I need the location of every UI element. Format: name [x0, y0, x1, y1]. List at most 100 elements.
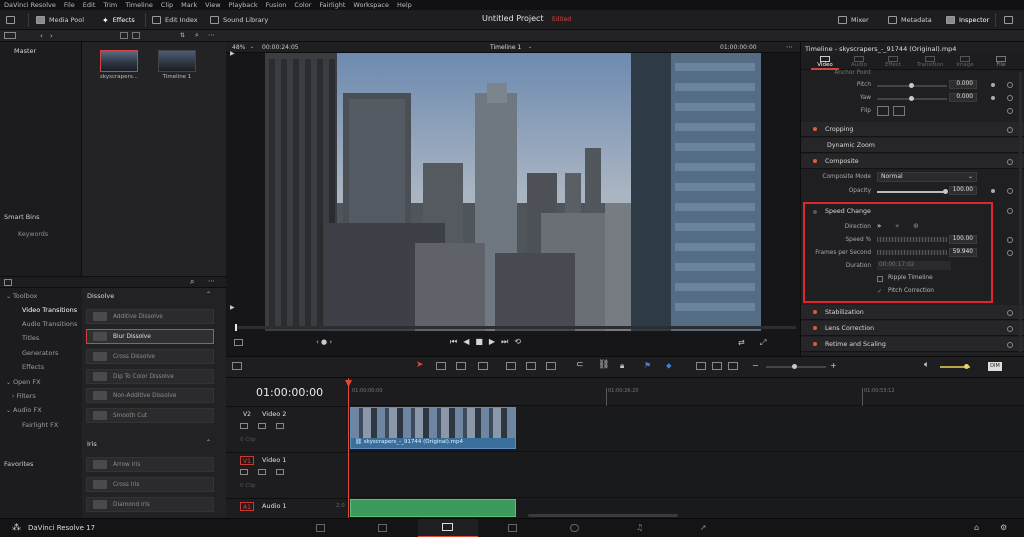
reset-icon[interactable] — [1007, 237, 1013, 243]
enable-dot-icon[interactable] — [813, 326, 817, 330]
nav-forward-icon[interactable]: › — [50, 32, 53, 40]
fx-dip-to-color-dissolve[interactable]: Dip To Color Dissolve — [86, 369, 214, 384]
tab-video[interactable]: Video — [815, 56, 835, 68]
menu-file[interactable]: File — [64, 1, 75, 9]
menu-fusion[interactable]: Fusion — [266, 1, 287, 9]
menu-edit[interactable]: Edit — [83, 1, 96, 9]
dim-button[interactable]: DIM — [988, 362, 1002, 371]
viewer-timeline-name[interactable]: Timeline 1 — [490, 44, 521, 51]
metadata-button[interactable]: Metadata — [888, 14, 932, 26]
effects-search-icon[interactable]: ⌕ — [190, 277, 194, 287]
mixer-button[interactable]: Mixer — [838, 14, 869, 26]
insert-clip-icon[interactable] — [506, 362, 516, 370]
menu-timeline[interactable]: Timeline — [125, 1, 153, 9]
media-pool-button[interactable]: Media Pool — [36, 14, 84, 26]
tree-fairlight-fx[interactable]: Fairlight FX — [22, 421, 58, 429]
collapse-chevron-icon[interactable]: ⌃ — [206, 291, 211, 298]
expand-button[interactable] — [1004, 14, 1013, 26]
fx-cross-iris[interactable]: Cross Iris — [86, 477, 214, 492]
track-visibility-icon[interactable] — [276, 423, 284, 429]
inspector-scrollbar[interactable] — [1019, 72, 1022, 352]
ripple-timeline-checkbox[interactable] — [877, 276, 883, 282]
reset-icon[interactable] — [1007, 82, 1013, 88]
direction-forward-icon[interactable]: » — [877, 222, 881, 230]
reset-icon[interactable] — [1007, 250, 1013, 256]
flip-horizontal-icon[interactable] — [877, 106, 889, 116]
viewer-options-icon[interactable]: ⋯ — [786, 43, 793, 51]
viewer-mode-icon[interactable] — [234, 339, 243, 346]
menu-app[interactable]: DaVinci Resolve — [4, 1, 56, 9]
fps-value[interactable]: 59.940 — [949, 248, 977, 257]
reset-icon[interactable] — [1007, 208, 1013, 214]
menu-color[interactable]: Color — [294, 1, 311, 9]
viewer-scrub-bar[interactable] — [236, 326, 796, 329]
tree-video-transitions[interactable]: Video Transitions — [22, 306, 77, 314]
duration-value[interactable]: 00:00:17:02 — [877, 261, 951, 270]
zoom-full-icon[interactable] — [696, 362, 706, 370]
tree-toolbox[interactable]: ⌄ Toolbox — [6, 292, 37, 300]
fx-diamond-iris[interactable]: Diamond Iris — [86, 497, 214, 512]
search-icon[interactable]: ⌕ — [195, 31, 199, 40]
list-view-icon[interactable] — [132, 32, 140, 39]
nav-back-icon[interactable]: ‹ — [40, 32, 43, 40]
more-options-icon[interactable]: ⋯ — [208, 31, 215, 39]
tree-titles[interactable]: Titles — [22, 334, 39, 342]
tree-filters[interactable]: › Filters — [12, 392, 36, 400]
fx-additive-dissolve[interactable]: Additive Dissolve — [86, 309, 214, 324]
enable-dot-icon[interactable] — [813, 342, 817, 346]
speaker-icon[interactable]: 🔈︎ — [924, 360, 929, 370]
menu-view[interactable]: View — [205, 1, 220, 9]
flag-icon[interactable]: ⚑ — [644, 361, 651, 370]
tab-audio[interactable]: Audio — [849, 56, 869, 68]
go-to-start-icon[interactable]: ⏮ — [450, 337, 463, 346]
section-speed-change[interactable]: Speed Change — [801, 205, 1024, 218]
media-page-icon[interactable] — [316, 524, 325, 532]
direction-freeze-icon[interactable]: ⊕ — [913, 222, 919, 230]
menu-clip[interactable]: Clip — [161, 1, 173, 9]
fx-smooth-cut[interactable]: Smooth Cut — [86, 408, 214, 423]
menu-fairlight[interactable]: Fairlight — [319, 1, 345, 9]
zoom-custom-icon[interactable] — [728, 362, 738, 370]
opacity-value[interactable]: 100.00 — [949, 186, 977, 195]
section-stabilization[interactable]: Stabilization — [801, 305, 1024, 320]
timeline-zoom-knob[interactable] — [792, 364, 797, 369]
pitch-value[interactable]: 0.000 — [949, 80, 977, 89]
effects-button[interactable]: ✦ Effects — [102, 14, 135, 26]
fusion-page-icon[interactable] — [508, 524, 517, 532]
play-icon[interactable]: ▶ — [489, 337, 501, 346]
overwrite-clip-icon[interactable] — [526, 362, 536, 370]
track-name-v2[interactable]: Video 2 — [262, 410, 286, 418]
edit-index-button[interactable]: Edit Index — [152, 14, 198, 26]
tree-audio-fx[interactable]: ⌄ Audio FX — [6, 406, 42, 414]
reset-icon[interactable] — [1007, 342, 1013, 348]
viewer-left-arrow-icon[interactable]: ▶ — [230, 50, 235, 57]
tree-effects[interactable]: Effects — [22, 363, 44, 371]
track-tag-a1[interactable]: A1 — [240, 502, 254, 511]
timeline-playhead[interactable] — [348, 378, 349, 518]
track-visibility-icon[interactable] — [276, 469, 284, 475]
enable-dot-icon[interactable] — [813, 159, 817, 163]
menu-playback[interactable]: Playback — [229, 1, 258, 9]
section-dynamic-zoom[interactable]: Dynamic Zoom — [801, 138, 1024, 153]
smart-bin-keywords[interactable]: Keywords — [18, 231, 48, 238]
sound-library-button[interactable]: Sound Library — [210, 14, 268, 26]
match-frame-icon[interactable]: ⇄ — [738, 338, 745, 347]
color-page-icon[interactable] — [570, 524, 579, 532]
timeline-ruler[interactable]: 01:00:00:00 01:00:26:20 01:00:53:12 — [348, 378, 1024, 406]
snapping-icon[interactable]: ⊂ — [576, 360, 584, 370]
zoom-out-icon[interactable]: − — [752, 361, 759, 370]
home-icon[interactable]: ⌂ — [974, 523, 979, 532]
fx-non-additive-dissolve[interactable]: Non-Additive Dissolve — [86, 388, 214, 403]
timeline-scrollbar[interactable] — [528, 514, 678, 517]
section-composite[interactable]: Composite — [801, 154, 1024, 169]
video-clip-skyscrapers[interactable]: ⛓ skyscrapers_-_91744 (Original).mp4 — [350, 407, 516, 449]
edit-page-tab[interactable] — [418, 519, 478, 537]
pitch-correction-check-icon[interactable]: ✓ — [877, 288, 882, 295]
tab-effect[interactable]: Effect — [883, 56, 903, 68]
menu-help[interactable]: Help — [397, 1, 412, 9]
track-tag-v2[interactable]: V2 — [240, 410, 254, 419]
go-to-end-icon[interactable]: ⏭ — [501, 337, 514, 346]
grid-view-icon[interactable] — [120, 32, 128, 39]
zoom-dropdown-icon[interactable]: ⌄ — [250, 44, 254, 50]
viewer-left-arrow-icon[interactable]: ▶ — [230, 304, 235, 311]
